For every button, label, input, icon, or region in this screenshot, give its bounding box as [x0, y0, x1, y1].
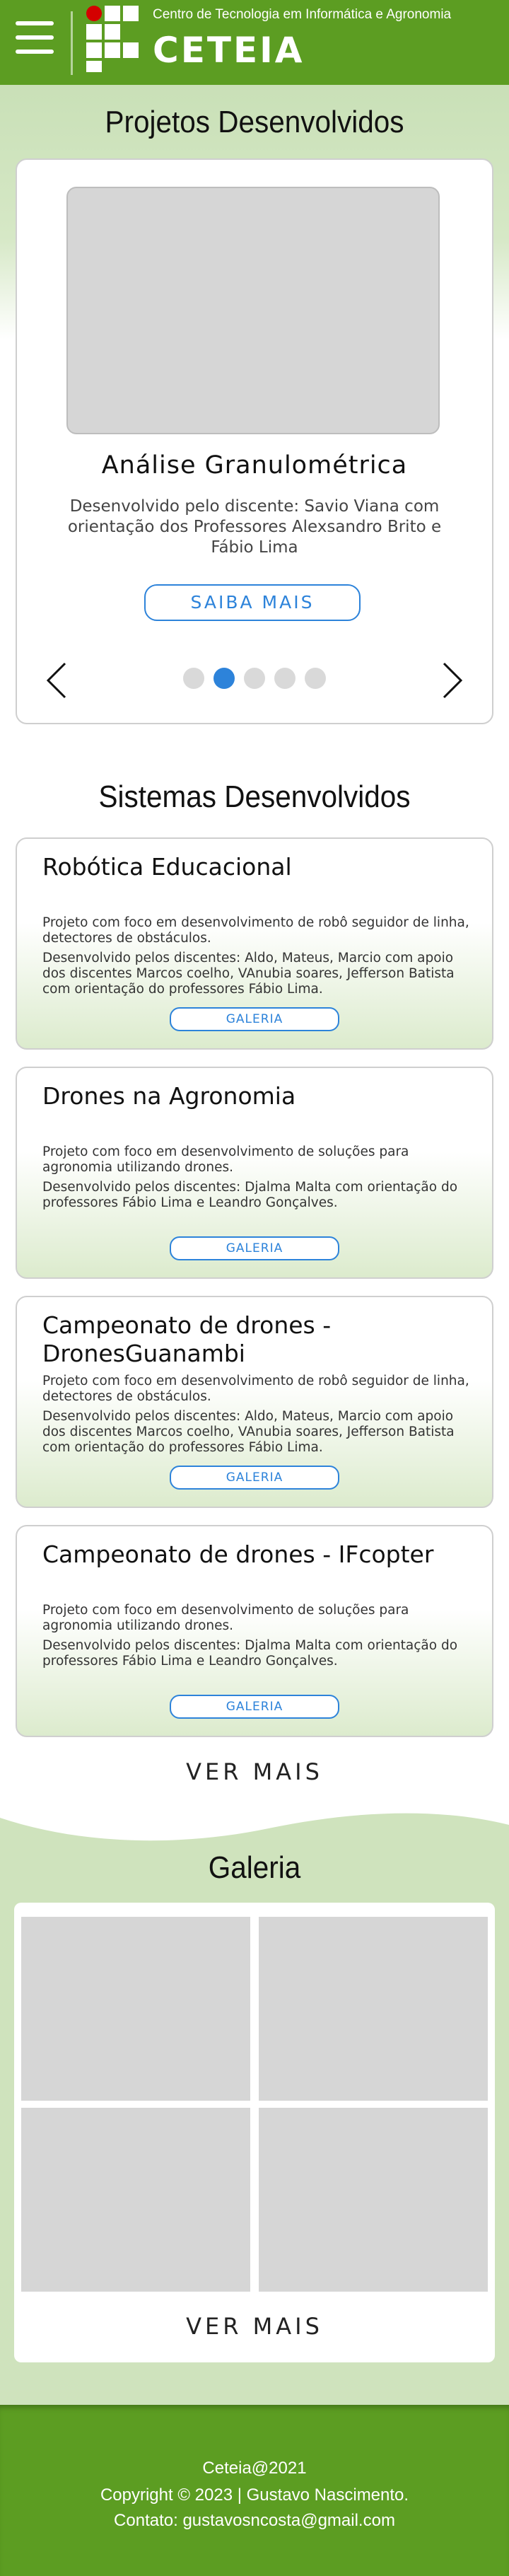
- system-card: Campeonato de drones - DronesGuanambi Pr…: [16, 1296, 493, 1508]
- saiba-mais-button[interactable]: SAIBA MAIS: [144, 584, 361, 621]
- footer-copyright: Copyright © 2023 | Gustavo Nascimento.: [100, 2485, 409, 2505]
- system-card-description: Projeto com foco em desenvolvimento de r…: [42, 1374, 469, 1404]
- system-card-team: Desenvolvido pelos discentes: Aldo, Mate…: [42, 1409, 455, 1455]
- gallery-image-placeholder[interactable]: [21, 2108, 250, 2292]
- header-divider: [71, 11, 73, 75]
- system-card: Robótica Educacional Projeto com foco em…: [16, 837, 493, 1050]
- system-card-title: Robótica Educacional: [42, 853, 292, 881]
- carousel-dot[interactable]: [182, 668, 204, 689]
- carousel-indicators: [17, 668, 492, 692]
- project-title: Análise Granulométrica: [101, 451, 408, 480]
- footer-contact[interactable]: Contato: gustavosncosta@gmail.com: [0, 2511, 509, 2531]
- project-description: Desenvolvido pelo discente: Savio Viana …: [67, 497, 442, 557]
- page-footer: Ceteia@2021 Copyright © 2023 | Gustavo N…: [0, 2405, 509, 2576]
- carousel-dot[interactable]: [305, 668, 327, 689]
- system-card-description: Projeto com foco em desenvolvimento de r…: [42, 915, 469, 946]
- systems-ver-mais-link[interactable]: VER MAIS: [0, 1758, 509, 1785]
- projects-carousel: Análise Granulométrica Desenvolvido pelo…: [16, 158, 493, 724]
- gallery-image-placeholder[interactable]: [259, 2108, 488, 2292]
- system-card-title: Campeonato de drones - DronesGuanambi: [42, 1311, 332, 1367]
- carousel-dot[interactable]: [244, 668, 265, 689]
- brand-subtitle: Centro de Tecnologia em Informática e Ag…: [153, 7, 452, 22]
- system-card-title: Drones na Agronomia: [42, 1082, 296, 1110]
- systems-section-title: Sistemas Desenvolvidos: [98, 779, 411, 814]
- system-card-team: Desenvolvido pelos discentes: Djalma Mal…: [42, 1180, 458, 1210]
- chevron-right-icon[interactable]: [438, 659, 467, 702]
- institute-logo: [86, 6, 139, 72]
- carousel-dot[interactable]: [274, 668, 296, 689]
- gallery-ver-mais-link[interactable]: VER MAIS: [14, 2313, 495, 2340]
- gallery-image-placeholder[interactable]: [259, 1917, 488, 2101]
- hamburger-icon[interactable]: [16, 21, 54, 59]
- galeria-button[interactable]: GALERIA: [170, 1695, 339, 1719]
- carousel-dot-active[interactable]: [213, 668, 235, 689]
- gallery-image-placeholder[interactable]: [21, 1917, 250, 2101]
- project-image-placeholder: [66, 187, 440, 434]
- top-header: Centro de Tecnologia em Informática e Ag…: [0, 0, 509, 85]
- system-card-team: Desenvolvido pelos discentes: Djalma Mal…: [42, 1638, 458, 1669]
- footer-brand: Ceteia@2021: [202, 2459, 307, 2478]
- system-card-description: Projeto com foco em desenvolvimento de s…: [42, 1144, 409, 1175]
- system-card: Drones na Agronomia Projeto com foco em …: [16, 1067, 493, 1279]
- system-card-title: Campeonato de drones - IFcopter: [42, 1541, 434, 1568]
- gallery-grid: VER MAIS: [14, 1903, 495, 2362]
- projects-section-title: Projetos Desenvolvidos: [105, 105, 404, 139]
- galeria-button[interactable]: GALERIA: [170, 1007, 339, 1031]
- system-card-team: Desenvolvido pelos discentes: Aldo, Mate…: [42, 951, 455, 997]
- galeria-button[interactable]: GALERIA: [170, 1236, 339, 1260]
- gallery-section-title: Galeria: [208, 1850, 301, 1885]
- galeria-button[interactable]: GALERIA: [170, 1466, 339, 1490]
- system-card-description: Projeto com foco em desenvolvimento de s…: [42, 1603, 409, 1633]
- brand-title[interactable]: CETEIA: [153, 30, 304, 71]
- system-card: Campeonato de drones - IFcopter Projeto …: [16, 1525, 493, 1737]
